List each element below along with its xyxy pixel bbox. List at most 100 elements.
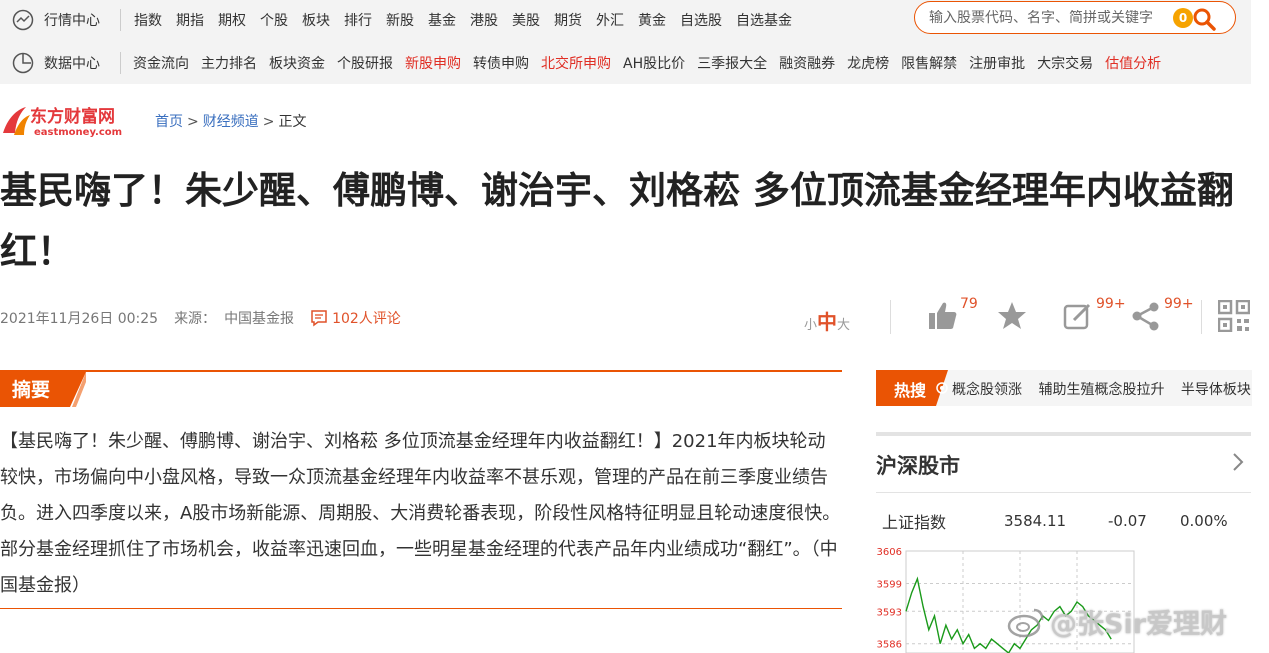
hot-search-bar: 热搜 概念股领涨 辅助生殖概念股拉升 半导体板块 bbox=[876, 370, 1252, 406]
share-button[interactable]: 99+ bbox=[1130, 296, 1194, 332]
nav-item-data[interactable]: 估值分析 bbox=[1099, 53, 1167, 73]
nav-item-data[interactable]: 个股研报 bbox=[331, 53, 399, 73]
index-value: 3584.11 bbox=[1004, 512, 1067, 530]
article-date: 2021年11月26日 00:25 bbox=[0, 311, 159, 327]
nav-item-data[interactable]: 三季报大全 bbox=[691, 53, 773, 73]
market-divider bbox=[876, 492, 1251, 493]
brand-cn: 东方财富网 bbox=[30, 106, 115, 127]
nav-item-data[interactable]: 北交所申购 bbox=[535, 53, 617, 73]
qrcode-button[interactable] bbox=[1218, 300, 1250, 332]
fire-dot-icon bbox=[936, 382, 948, 394]
nav-item-data[interactable]: 注册审批 bbox=[963, 53, 1031, 73]
watermark-text: @张Sir爱理财 bbox=[1050, 609, 1228, 640]
search-count-badge: 0 bbox=[1173, 8, 1193, 28]
star-icon bbox=[998, 302, 1026, 329]
nav-item-market[interactable]: 港股 bbox=[463, 10, 505, 30]
hot-item[interactable]: 辅助生殖概念股拉升 bbox=[1038, 382, 1164, 398]
chart-y-tick-label: 3586 bbox=[877, 640, 902, 651]
search-icon[interactable] bbox=[1191, 6, 1217, 32]
comment-link[interactable]: 102人评论 bbox=[310, 308, 417, 328]
nav-item-market[interactable]: 新股 bbox=[379, 10, 421, 30]
action-divider bbox=[1201, 300, 1202, 334]
nav-item-data[interactable]: 新股申购 bbox=[399, 53, 467, 73]
font-mid-button[interactable]: 中 bbox=[817, 306, 837, 335]
hot-item[interactable]: 半导体板块 bbox=[1181, 382, 1251, 398]
comment-icon bbox=[311, 310, 327, 327]
chart-y-tick-label: 3599 bbox=[877, 579, 902, 590]
share-count: 99+ bbox=[1164, 296, 1194, 312]
index-pct: 0.00% bbox=[1180, 512, 1228, 530]
nav-item-data[interactable]: 限售解禁 bbox=[895, 53, 963, 73]
nav-head-data[interactable]: 数据中心 bbox=[0, 52, 120, 74]
breadcrumb-sep: > bbox=[187, 114, 199, 130]
nav-item-market[interactable]: 黄金 bbox=[631, 10, 673, 30]
nav-item-data[interactable]: 主力排名 bbox=[195, 53, 263, 73]
index-name: 上证指数 bbox=[882, 513, 947, 532]
edit-button[interactable]: 99+ bbox=[1062, 296, 1126, 332]
nav-item-market[interactable]: 美股 bbox=[505, 10, 547, 30]
edit-icon bbox=[1063, 303, 1091, 330]
nav-item-market[interactable]: 期货 bbox=[547, 10, 589, 30]
chevron-right-icon[interactable] bbox=[1231, 452, 1245, 472]
like-count: 79 bbox=[960, 296, 978, 312]
weibo-icon bbox=[1007, 608, 1044, 637]
article-meta: 2021年11月26日 00:25 来源： 中国基金报 102人评论 bbox=[0, 308, 433, 328]
like-button[interactable]: 79 bbox=[928, 296, 978, 332]
font-size-switch: 小 中 大 bbox=[804, 306, 850, 335]
summary-header: 摘要 bbox=[0, 370, 842, 407]
nav-item-market[interactable]: 期指 bbox=[169, 10, 211, 30]
breadcrumb-channel[interactable]: 财经频道 bbox=[203, 114, 259, 130]
eastmoney-logo[interactable]: 东方财富网 eastmoney.com bbox=[0, 103, 140, 139]
nav-item-market[interactable]: 基金 bbox=[421, 10, 463, 30]
summary-text: 【基民嗨了！朱少醒、傅鹏博、谢治宇、刘格菘 多位顶流基金经理年内收益翻红！】20… bbox=[0, 431, 841, 596]
index-change: -0.07 bbox=[1108, 512, 1147, 530]
hot-label: 热搜 bbox=[894, 381, 927, 400]
nav-item-market[interactable]: 板块 bbox=[295, 10, 337, 30]
nav-item-market[interactable]: 外汇 bbox=[589, 10, 631, 30]
market-top-border bbox=[876, 432, 1251, 436]
nav-item-data[interactable]: 转债申购 bbox=[467, 53, 535, 73]
brand-en: eastmoney.com bbox=[34, 127, 122, 138]
font-small-button[interactable]: 小 bbox=[804, 314, 817, 333]
share-icon bbox=[1132, 302, 1159, 331]
nav-head-market[interactable]: 行情中心 bbox=[0, 9, 120, 31]
index-quote-row[interactable]: 上证指数 3584.11 -0.07 0.00% bbox=[876, 509, 1251, 533]
nav-item-market[interactable]: 排行 bbox=[337, 10, 379, 30]
qrcode-icon bbox=[1218, 300, 1250, 332]
action-divider bbox=[890, 300, 891, 334]
article-source-label: 来源： bbox=[174, 311, 217, 327]
nav-item-data[interactable]: 板块资金 bbox=[263, 53, 331, 73]
nav-head-data-label: 数据中心 bbox=[44, 56, 100, 72]
nav-item-data[interactable]: 资金流向 bbox=[127, 53, 195, 73]
nav-item-market[interactable]: 指数 bbox=[127, 10, 169, 30]
search-box: 0 bbox=[914, 1, 1236, 34]
thumbs-up-icon bbox=[929, 302, 957, 329]
nav-item-data[interactable]: AH股比价 bbox=[617, 53, 691, 73]
article-source[interactable]: 中国基金报 bbox=[224, 308, 294, 328]
breadcrumb-home[interactable]: 首页 bbox=[155, 114, 183, 130]
nav-market-items: 指数 期指 期权 个股 板块 排行 新股 基金 港股 美股 期货 外汇 黄金 自选股 自选基金 bbox=[127, 10, 799, 30]
weibo-watermark: @张Sir爱理财 bbox=[1006, 602, 1227, 641]
pie-clock-icon bbox=[12, 52, 34, 74]
search-input[interactable] bbox=[929, 9, 1179, 26]
nav-item-market[interactable]: 自选基金 bbox=[729, 10, 799, 30]
breadcrumb-current: 正文 bbox=[278, 114, 307, 130]
favorite-button[interactable] bbox=[996, 300, 1028, 332]
nav-item-market[interactable]: 期权 bbox=[211, 10, 253, 30]
market-title[interactable]: 沪深股市 bbox=[876, 450, 1251, 478]
nav-item-data[interactable]: 融资融券 bbox=[773, 53, 841, 73]
nav-item-market[interactable]: 自选股 bbox=[673, 10, 729, 30]
font-large-button[interactable]: 大 bbox=[837, 314, 850, 333]
hot-items: 概念股领涨 辅助生殖概念股拉升 半导体板块 bbox=[952, 379, 1252, 399]
summary-divider bbox=[0, 608, 842, 609]
nav-head-market-label: 行情中心 bbox=[44, 13, 100, 29]
nav-item-market[interactable]: 个股 bbox=[253, 10, 295, 30]
nav-divider bbox=[120, 52, 121, 74]
nav-item-data[interactable]: 龙虎榜 bbox=[841, 53, 895, 73]
article-title: 基民嗨了！朱少醒、傅鹏博、谢治宇、刘格菘 多位顶流基金经理年内收益翻红！ bbox=[0, 169, 1234, 273]
nav-item-data[interactable]: 大宗交易 bbox=[1031, 53, 1099, 73]
nav-row-data: 数据中心 资金流向 主力排名 板块资金 个股研报 新股申购 转债申购 北交所申购 AH股比价三… bbox=[0, 43, 1251, 83]
nav-divider bbox=[120, 9, 121, 31]
hot-item[interactable]: 概念股领涨 bbox=[952, 382, 1022, 398]
breadcrumb: 首页 > 财经频道 > 正文 bbox=[155, 111, 306, 131]
